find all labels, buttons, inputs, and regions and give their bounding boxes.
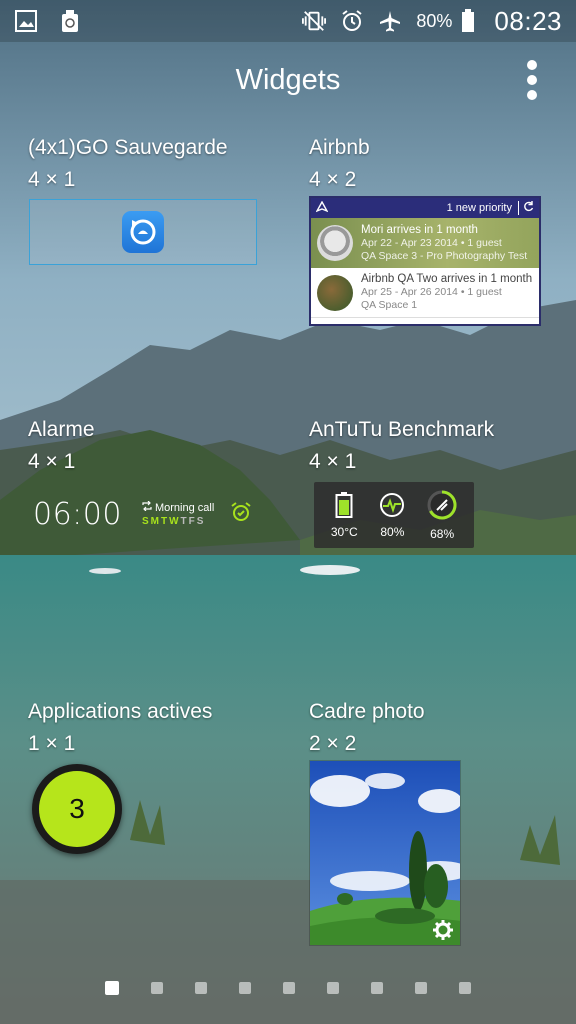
battery-temp-icon — [335, 491, 353, 521]
alarm-day: T — [180, 516, 187, 527]
widget-airbnb[interactable]: Airbnb 4 × 2 — [309, 136, 370, 192]
airbnb-preview[interactable]: 1 new priority Mori arrives in 1 month A… — [309, 196, 541, 326]
refresh-icon — [518, 201, 534, 215]
airbnb-topbar: 1 new priority — [311, 198, 539, 218]
antutu-ram: 68% — [427, 489, 457, 541]
widget-size: 4 × 1 — [28, 450, 76, 473]
reservation-place: QA Space 1 — [361, 299, 418, 311]
battery-icon — [456, 9, 480, 33]
avatar — [317, 225, 353, 261]
battery-percent: 80% — [416, 10, 453, 31]
overflow-menu-icon[interactable] — [522, 60, 542, 100]
ram-value: 68% — [430, 526, 455, 541]
widget-alarme[interactable]: Alarme 4 × 1 — [28, 418, 95, 474]
status-bar: 80% 08:23 — [0, 0, 576, 42]
widget-cadre-photo[interactable]: Cadre photo 2 × 2 — [309, 700, 425, 756]
widget-go-sauvegarde[interactable]: (4x1)GO Sauvegarde 4 × 1 — [28, 136, 228, 192]
alarm-label: Morning call — [154, 501, 215, 514]
running-apps-preview[interactable]: 3 — [32, 764, 122, 854]
page-indicator — [0, 981, 576, 995]
widget-name: AnTuTu Benchmark — [309, 418, 495, 441]
widget-name: (4x1)GO Sauvegarde — [28, 136, 228, 159]
photo-frame-preview[interactable] — [309, 760, 461, 946]
cpu-pulse-icon — [379, 492, 405, 521]
alarm-day: S — [196, 516, 204, 527]
widget-size: 1 × 1 — [28, 732, 76, 755]
status-clock: 08:23 — [494, 5, 562, 36]
page-dot[interactable] — [105, 981, 119, 995]
page-dot[interactable] — [195, 982, 207, 994]
page-dot[interactable] — [151, 982, 163, 994]
widget-name: Cadre photo — [309, 700, 425, 723]
image-icon — [14, 9, 38, 33]
alarm-day: F — [188, 516, 195, 527]
airbnb-priority: 1 new priority — [446, 202, 512, 214]
antutu-preview[interactable]: 30°C 80% 68% — [314, 482, 474, 548]
running-apps-count: 3 — [39, 771, 115, 847]
alarm-day: T — [160, 516, 168, 527]
go-backup-icon — [122, 211, 164, 253]
menu-dot — [527, 90, 537, 100]
widget-name: Airbnb — [309, 136, 370, 159]
page-dot[interactable] — [283, 982, 295, 994]
settings-gear-icon[interactable] — [432, 919, 454, 941]
alarm-day: M — [150, 516, 159, 527]
page-title: Widgets — [235, 64, 341, 96]
widget-name: Applications actives — [28, 700, 213, 723]
reservation-place: QA Space 3 - Pro Photography Test — [361, 249, 528, 262]
alarm-day: S — [141, 516, 149, 527]
antutu-temperature: 30°C — [330, 491, 358, 539]
widget-name: Alarme — [28, 418, 95, 441]
airbnb-reservation-row: Mori arrives in 1 month Apr 22 - Apr 23 … — [311, 218, 539, 268]
page-dot[interactable] — [239, 982, 251, 994]
alarm-preview[interactable]: 06:00 Morning call S M T W T F S — [33, 494, 273, 534]
alarm-days: S M T W T F S — [142, 516, 214, 527]
page-dot[interactable] — [327, 982, 339, 994]
menu-dot — [527, 60, 537, 70]
cpu-value: 80% — [380, 524, 405, 539]
reservation-title: Mori arrives in 1 month — [361, 223, 478, 236]
airplane-icon — [378, 9, 402, 33]
alarm-time: 06:00 — [33, 496, 122, 532]
alarm-icon — [340, 9, 364, 33]
vibrate-icon — [302, 9, 327, 33]
alarm-clock-icon — [230, 501, 252, 528]
widget-antutu[interactable]: AnTuTu Benchmark 4 × 1 — [309, 418, 494, 474]
header: Widgets — [0, 56, 576, 104]
menu-dot — [527, 75, 537, 85]
page-dot[interactable] — [459, 982, 471, 994]
widget-applications-actives[interactable]: Applications actives 1 × 1 — [28, 700, 212, 756]
avatar — [317, 274, 353, 311]
widget-size: 4 × 1 — [309, 450, 357, 473]
widget-size: 4 × 2 — [309, 168, 357, 191]
widget-size: 2 × 2 — [309, 732, 357, 755]
ram-clean-icon — [427, 489, 457, 523]
airbnb-reservation-row: Airbnb QA Two arrives in 1 month Apr 25 … — [311, 268, 539, 318]
page-dot[interactable] — [371, 982, 383, 994]
airbnb-logo-icon — [315, 200, 329, 216]
recycle-icon — [58, 9, 82, 33]
widget-size: 4 × 1 — [28, 168, 76, 191]
alarm-day: W — [169, 516, 179, 527]
repeat-icon — [142, 500, 152, 514]
temperature-value: 30°C — [330, 524, 358, 539]
reservation-dates: Apr 22 - Apr 23 2014 • 1 guest — [361, 236, 502, 249]
go-sauvegarde-preview[interactable] — [29, 199, 257, 265]
reservation-title: Airbnb QA Two arrives in 1 month — [361, 273, 533, 285]
page-dot[interactable] — [415, 982, 427, 994]
airbnb-footer — [311, 318, 539, 324]
reservation-dates: Apr 25 - Apr 26 2014 • 1 guest — [361, 286, 502, 298]
antutu-cpu: 80% — [379, 492, 405, 539]
